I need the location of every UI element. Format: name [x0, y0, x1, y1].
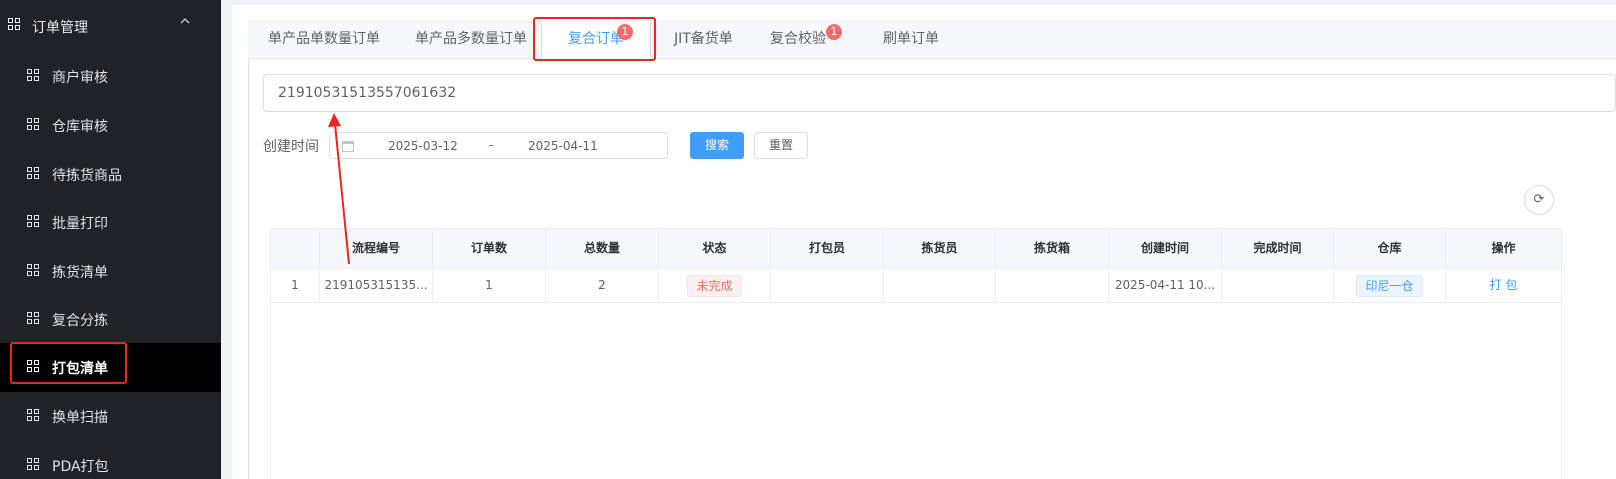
annotation-arrow — [328, 113, 350, 265]
